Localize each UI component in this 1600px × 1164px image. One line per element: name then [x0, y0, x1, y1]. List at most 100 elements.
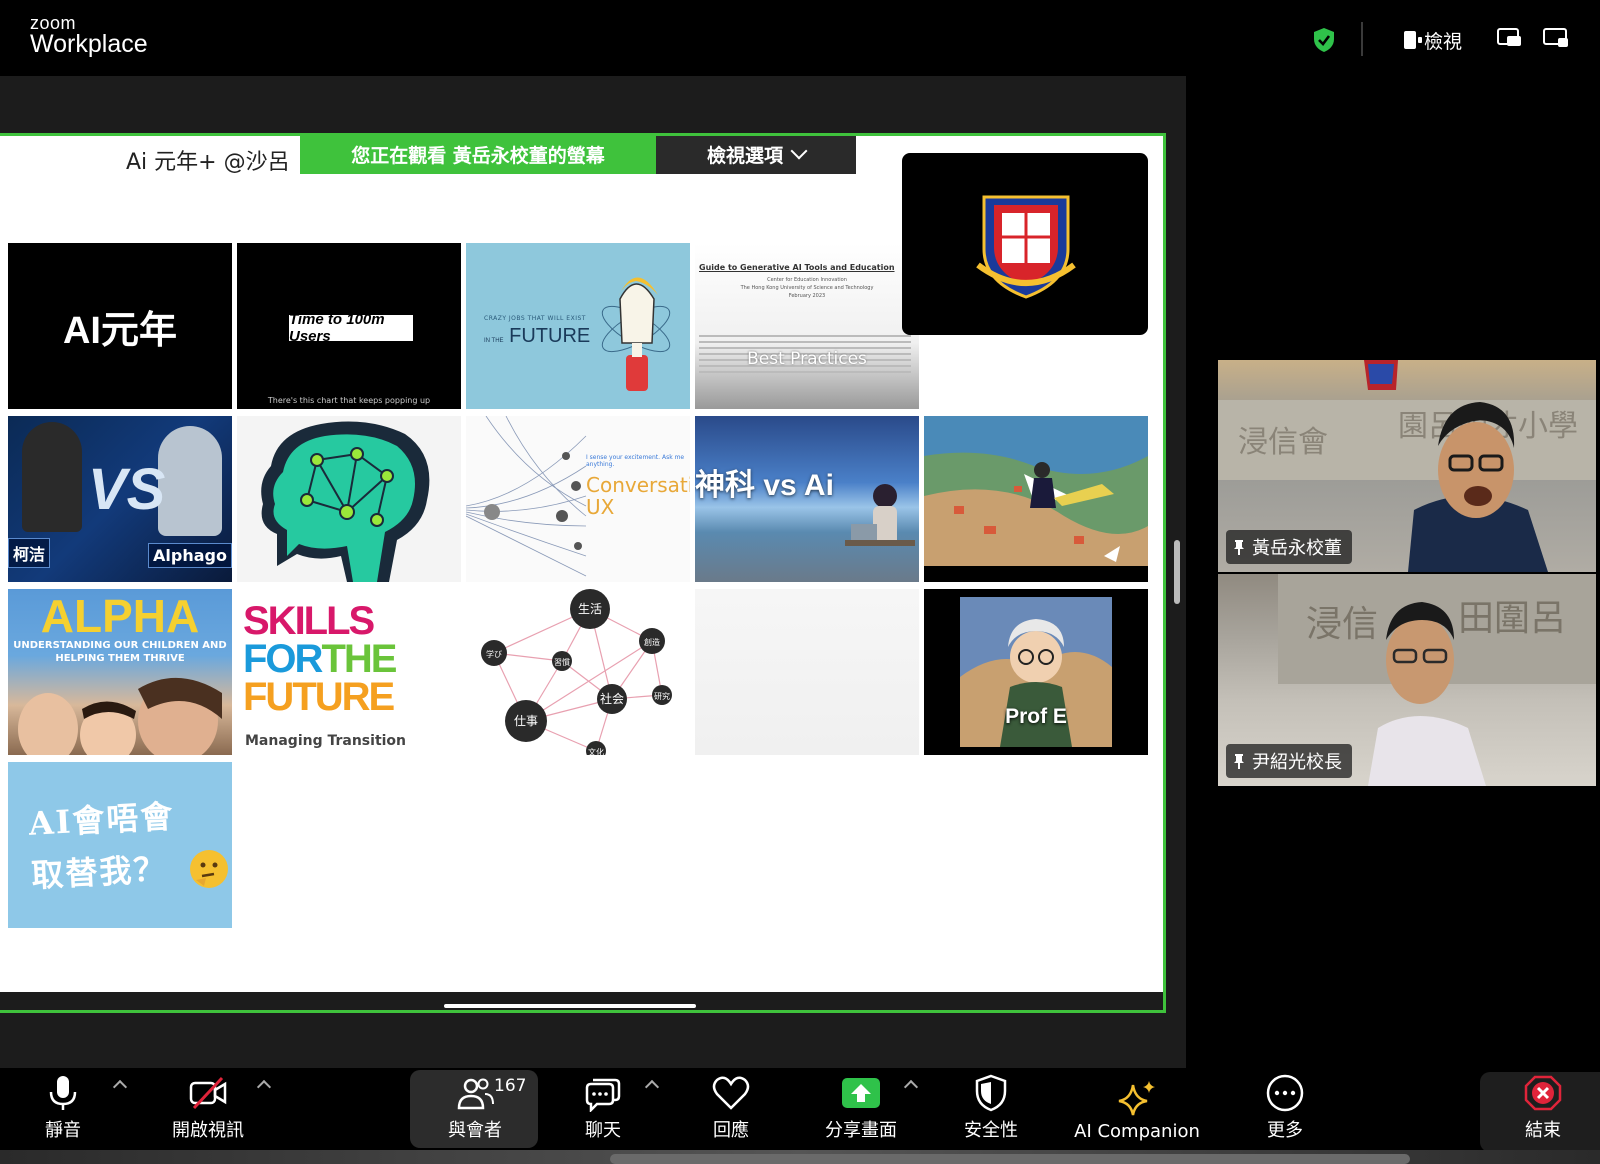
thumb-kiki-flying [924, 416, 1148, 582]
guide-best-practices: Best Practices [747, 349, 867, 369]
participant-count: 167 [494, 1076, 527, 1096]
thumb-concept-network: 生活 創造 学び 習慣 社会 研究 仕事 文化 [466, 589, 690, 755]
ai-companion-button[interactable]: AI Companion [1072, 1068, 1202, 1148]
kiki-city-illustration [924, 416, 1148, 582]
ux-text: Conversational UX [586, 473, 690, 519]
video-off-icon [189, 1076, 227, 1110]
shenke-text: 神科 vs Ai [695, 469, 834, 502]
slide-scrollbar[interactable] [444, 1004, 696, 1008]
end-label: 結束 [1525, 1120, 1561, 1141]
split-resize-handle[interactable] [1174, 540, 1180, 604]
network-node-label: 仕事 [514, 714, 538, 728]
share-screen-icon [842, 1078, 880, 1108]
thumb-skills-future: SKILLS FORTHE FUTURE Managing Transition [237, 589, 461, 755]
ai-companion-label: AI Companion [1074, 1121, 1200, 1142]
network-node-label: 文化 [588, 747, 604, 755]
share-screen-button[interactable]: 分享畫面 [818, 1068, 904, 1148]
view-layout-icon [1404, 31, 1422, 49]
thumb-ai-replace-me: AI會唔會 取替我？ [8, 762, 232, 928]
participant-tile-2[interactable]: 浸信 田圍呂 尹紹光校長 [1218, 574, 1596, 786]
network-node-label: 研究 [654, 691, 670, 701]
start-video-button[interactable]: 開啟視訊 [166, 1068, 250, 1148]
start-video-label: 開啟視訊 [172, 1120, 244, 1141]
pin-icon [1234, 540, 1244, 555]
thumb-time-to-100m: Time to 100m Users There's this chart th… [237, 243, 461, 409]
zoom-logo-workplace: Workplace [30, 30, 148, 58]
chat-options-caret[interactable] [644, 1079, 660, 1095]
chat-icon [585, 1078, 621, 1112]
security-label: 安全性 [964, 1120, 1018, 1141]
dock-pill [610, 1154, 1410, 1164]
network-node-label: 創造 [644, 637, 660, 647]
thumb-future-jobs: CRAZY JOBS THAT WILL EXIST IN THE FUTURE [466, 243, 690, 409]
chat-label: 聊天 [585, 1120, 621, 1141]
thumb-time-to-100m-text: Time to 100m Users [289, 311, 413, 345]
mute-label: 靜音 [45, 1120, 81, 1141]
skills-subtitle: Managing Transition [245, 733, 407, 749]
chevron-down-icon [790, 142, 808, 160]
svg-text:田圍呂: 田圍呂 [1458, 598, 1566, 639]
participants-icon [457, 1078, 494, 1110]
meeting-toolbar: 靜音 開啟視訊 與會者 167 聊天 回應 分享畫面 安全性 AI Compan… [0, 1068, 1600, 1152]
end-close-icon [1524, 1075, 1562, 1111]
participant-name-tag: 尹紹光校長 [1226, 744, 1352, 778]
school-crest-icon [976, 195, 1076, 299]
thumb-shenke-vs-ai: 神科 vs Ai [695, 416, 919, 582]
brain-network-illustration [261, 421, 430, 582]
more-button[interactable]: 更多 [1252, 1068, 1318, 1148]
mute-button[interactable]: 靜音 [30, 1068, 96, 1148]
picture-in-picture-icon[interactable] [1496, 26, 1524, 50]
thumb-kejie-vs-alphago: VS 柯洁 Alphago [8, 416, 232, 582]
shared-screen-frame[interactable]: Ai 元年+ @沙呂 您正在觀看 黃岳永校董的螢幕 檢視選項 AI元年 Time… [0, 133, 1166, 1013]
security-shield-icon [975, 1074, 1007, 1112]
network-node-label: 生活 [578, 602, 602, 616]
top-divider [1361, 22, 1363, 56]
guide-date: February 2023 [788, 293, 826, 299]
thumb-alpha-children: ALPHA UNDERSTANDING OUR CHILDREN AND HEL… [8, 589, 232, 755]
alpha-subtitle: UNDERSTANDING OUR CHILDREN AND HELPING T… [13, 640, 227, 664]
vs-left-label: 柯洁 [8, 538, 51, 568]
reactions-button[interactable]: 回應 [698, 1068, 764, 1148]
kejie-portrait [22, 422, 82, 532]
view-button-label: 檢視 [1424, 30, 1463, 53]
participant-tile-1[interactable]: 浸信會園呂明才小學 黃岳永校董 [1218, 360, 1596, 572]
heart-icon [712, 1076, 750, 1110]
thinking-face-icon [190, 850, 228, 888]
ai-replace-text: AI會唔會 取替我？ [27, 797, 176, 895]
thumb-school-logo-self-view[interactable] [902, 153, 1148, 335]
thumb-generative-ai-guide: Guide to Generative AI Tools and Educati… [695, 243, 919, 409]
prof-e-text: Prof E [1005, 705, 1067, 728]
children-faces-photo [18, 677, 222, 755]
end-meeting-button[interactable]: 結束 [1510, 1068, 1576, 1148]
more-label: 更多 [1267, 1120, 1303, 1141]
girl-laptop-illustration [845, 484, 915, 546]
more-dots-icon [1266, 1074, 1304, 1112]
audio-options-caret[interactable] [112, 1079, 128, 1095]
view-options-label: 檢視選項 [706, 144, 783, 167]
encryption-shield-icon[interactable] [1312, 27, 1336, 53]
fullscreen-monitor-icon[interactable] [1542, 26, 1570, 50]
alpha-title: ALPHA [40, 590, 200, 642]
share-screen-label: 分享畫面 [825, 1120, 897, 1141]
security-button[interactable]: 安全性 [958, 1068, 1024, 1148]
view-options-button[interactable]: 檢視選項 [656, 136, 856, 174]
reactions-label: 回應 [713, 1120, 749, 1141]
ai-sparkle-icon [1118, 1081, 1155, 1116]
concept-network-diagram: 生活創造学び習慣社会 研究仕事文化 [481, 589, 672, 755]
thumb-blank-slide [695, 589, 919, 755]
chat-button[interactable]: 聊天 [570, 1068, 636, 1148]
thumb-future-small: CRAZY JOBS THAT WILL EXIST [484, 315, 586, 322]
network-node-label: 学び [486, 649, 502, 659]
microphone-icon [49, 1076, 77, 1110]
view-button[interactable]: 檢視 [1404, 26, 1462, 54]
vs-text: VS [88, 457, 166, 522]
robot-portrait [158, 426, 222, 536]
share-options-caret[interactable] [903, 1079, 919, 1095]
guide-title: Guide to Generative AI Tools and Educati… [699, 263, 895, 272]
thumb-conversational-ux: I sense your excitement. Ask me anything… [466, 416, 690, 582]
video-options-caret[interactable] [256, 1079, 272, 1095]
thumb-ai-yuannian-text: AI元年 [62, 309, 177, 352]
vs-right-label: Alphago [148, 543, 232, 568]
participant-name: 黃岳永校董 [1252, 538, 1342, 559]
participants-label: 與會者 [448, 1120, 502, 1141]
